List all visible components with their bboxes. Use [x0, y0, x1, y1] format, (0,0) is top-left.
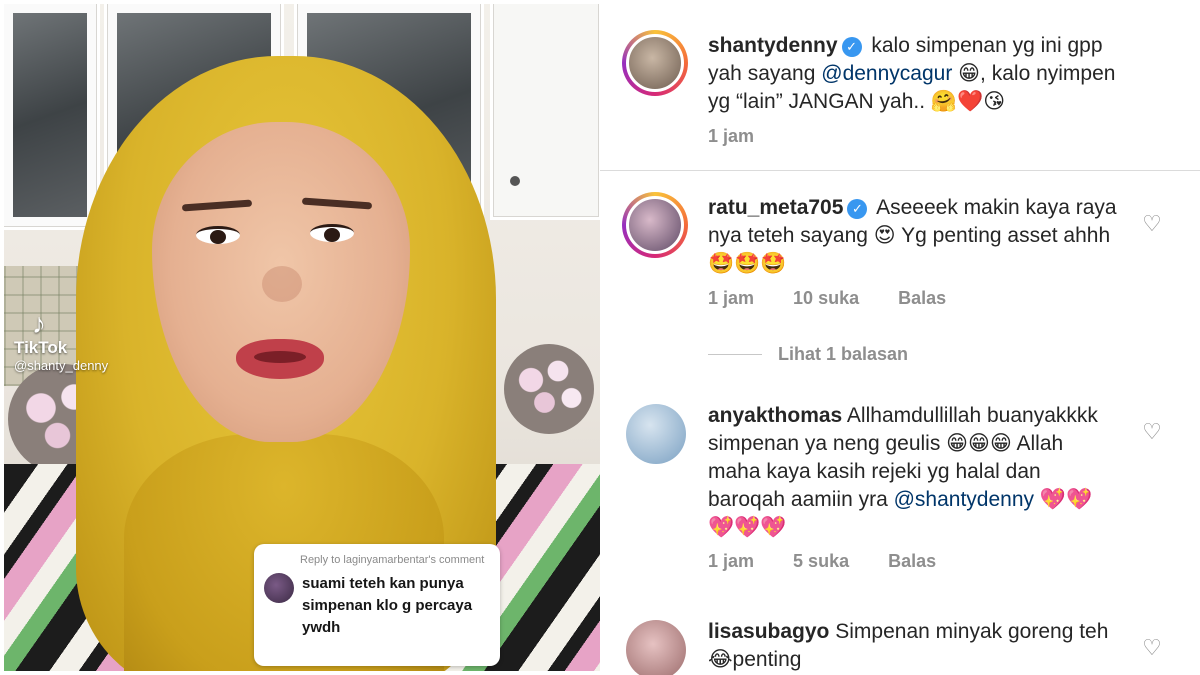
avatar[interactable]: [626, 620, 686, 675]
comment-time: 1 jam: [708, 126, 755, 146]
comment-time: 1 jam: [708, 288, 755, 308]
tiktok-handle: @shanty_denny: [14, 358, 109, 373]
reply-comment-sticker: Reply to laginyamarbentar's comment suam…: [254, 544, 500, 666]
verified-badge-icon: ✓: [841, 37, 862, 57]
comment-username[interactable]: anyakthomas: [708, 404, 842, 427]
avatar[interactable]: [622, 30, 688, 96]
reply-button[interactable]: Balas: [888, 551, 936, 571]
comment-username[interactable]: lisasubagyo: [708, 620, 829, 643]
tiktok-name: TikTok: [14, 338, 68, 357]
avatar[interactable]: [622, 192, 688, 258]
comment-username[interactable]: ratu_meta705: [708, 196, 843, 219]
heart-outline-icon[interactable]: ♡: [1140, 420, 1164, 444]
heart-outline-icon[interactable]: ♡: [1140, 636, 1164, 660]
comment-body: lisasubagyo Simpenan minyak goreng teh 😂…: [708, 618, 1118, 674]
comment-meta: 1 jam 10 suka Balas: [708, 288, 980, 309]
divider-line: [708, 354, 762, 355]
comment-likes[interactable]: 10 suka: [793, 288, 859, 308]
reply-text: suami teteh kan punya simpenan klo g per…: [302, 575, 473, 636]
view-replies-link[interactable]: Lihat 1 balasan: [708, 344, 908, 365]
mouth: [236, 339, 324, 379]
tiktok-video-frame: ♪ TikTok @shanty_denny Reply to laginyam…: [4, 4, 600, 671]
heart-outline-icon[interactable]: ♡: [1140, 212, 1164, 236]
right-eye: [310, 224, 354, 242]
comment-likes[interactable]: 5 suka: [793, 551, 849, 571]
comment-meta: 1 jam: [708, 126, 788, 147]
reply-avatar: [264, 573, 294, 603]
reply-button[interactable]: Balas: [898, 288, 946, 308]
mention-link[interactable]: @dennycagur: [821, 62, 952, 85]
comment-body: anyakthomas Allhamdullillah buanyakkkk s…: [708, 402, 1118, 542]
nose: [262, 266, 302, 302]
comment-body: shantydenny ✓ kalo simpenan yg ini gpp ya…: [708, 32, 1118, 116]
view-replies-label[interactable]: Lihat 1 balasan: [778, 344, 908, 365]
mention-link[interactable]: @shantydenny: [894, 488, 1034, 511]
tiktok-watermark: ♪ TikTok @shanty_denny: [14, 310, 108, 374]
comment-username[interactable]: shantydenny: [708, 34, 838, 57]
comment-meta: 1 jam 5 suka Balas: [708, 551, 970, 572]
left-eye: [196, 226, 240, 244]
avatar[interactable]: [626, 404, 686, 464]
tiktok-logo-icon: ♪: [32, 308, 46, 339]
comment-time: 1 jam: [708, 551, 755, 571]
comment-body: ratu_meta705 ✓ Aseeeek makin kaya raya ny…: [708, 194, 1118, 278]
comment-divider: [600, 170, 1200, 171]
verified-badge-icon: ✓: [847, 199, 868, 219]
comments-panel: shantydenny ✓ kalo simpenan yg ini gpp ya…: [600, 0, 1200, 675]
reply-header: Reply to laginyamarbentar's comment: [300, 554, 485, 566]
